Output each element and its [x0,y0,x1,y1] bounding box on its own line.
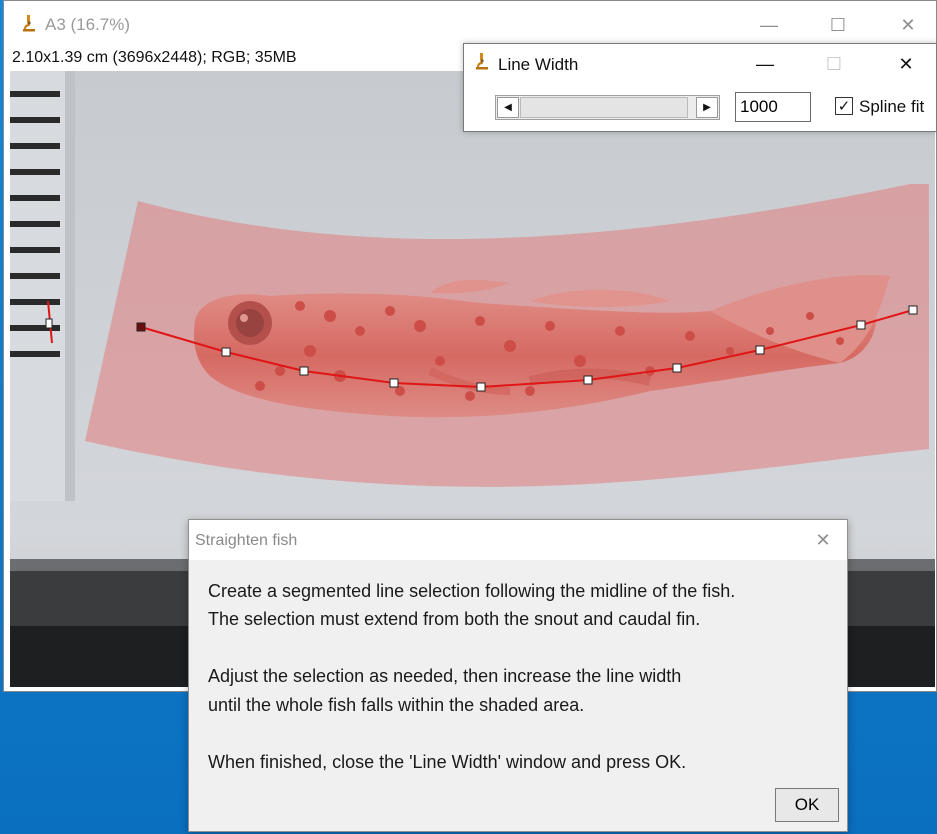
scroll-left-button[interactable]: ◀ [497,97,519,118]
straighten-fish-dialog: Straighten fish ✕ Create a segmented lin… [188,519,848,832]
maximize-icon: ☐ [829,14,847,35]
straighten-fish-close-button[interactable]: ✕ [803,525,843,555]
maximize-icon: ☐ [825,53,843,74]
microscope-icon [476,53,488,70]
close-icon: ✕ [815,529,831,550]
image-window-title: A3 (16.7%) [45,15,131,34]
line-width-close-button[interactable]: ✕ [884,48,928,80]
minimize-icon: — [756,53,774,74]
line-width-maximize-button[interactable]: ☐ [812,48,856,80]
close-button[interactable]: ✕ [888,11,928,39]
maximize-button[interactable]: ☐ [818,11,858,39]
arrow-left-icon: ◀ [504,102,512,113]
spline-fit-checkbox[interactable]: ✓ [835,97,853,115]
ok-button-label: OK [794,795,820,814]
line-width-scrollbar[interactable]: ◀ ▶ [495,95,720,120]
ruler [10,71,65,501]
close-icon: ✕ [900,14,916,35]
arrow-right-icon: ▶ [703,102,711,113]
instruction-line-1: Create a segmented line selection follow… [208,581,736,601]
line-width-minimize-button[interactable]: — [743,48,787,80]
scroll-right-button[interactable]: ▶ [696,97,718,118]
minimize-button[interactable]: — [749,11,789,39]
instruction-line-5: When finished, close the 'Line Width' wi… [208,752,687,772]
instruction-line-2: The selection must extend from both the … [208,609,701,629]
instruction-line-3: Adjust the selection as needed, then inc… [208,666,682,686]
microscope-icon [23,15,35,32]
spline-fit-label[interactable]: Spline fit [859,97,924,117]
instruction-line-4: until the whole fish falls within the sh… [208,695,585,715]
line-width-input[interactable] [735,92,811,122]
image-window-titlebar[interactable]: A3 (16.7%) — ☐ ✕ [4,1,936,45]
desktop-background [0,692,188,834]
checkmark-icon: ✓ [837,97,851,115]
ok-button[interactable]: OK [775,788,839,822]
image-info-line: 2.10x1.39 cm (3696x2448); RGB; 35MB [12,49,297,66]
straighten-fish-titlebar[interactable]: Straighten fish ✕ [189,520,847,560]
straighten-fish-title: Straighten fish [195,532,298,549]
ruler-handle[interactable] [45,318,53,329]
line-width-window: Line Width — ☐ ✕ ◀ ▶ ✓ Spline fit [463,43,937,132]
scrollbar-thumb[interactable] [520,97,688,118]
line-width-title: Line Width [498,55,579,74]
close-icon: ✕ [898,53,914,74]
minimize-icon: — [760,14,778,35]
